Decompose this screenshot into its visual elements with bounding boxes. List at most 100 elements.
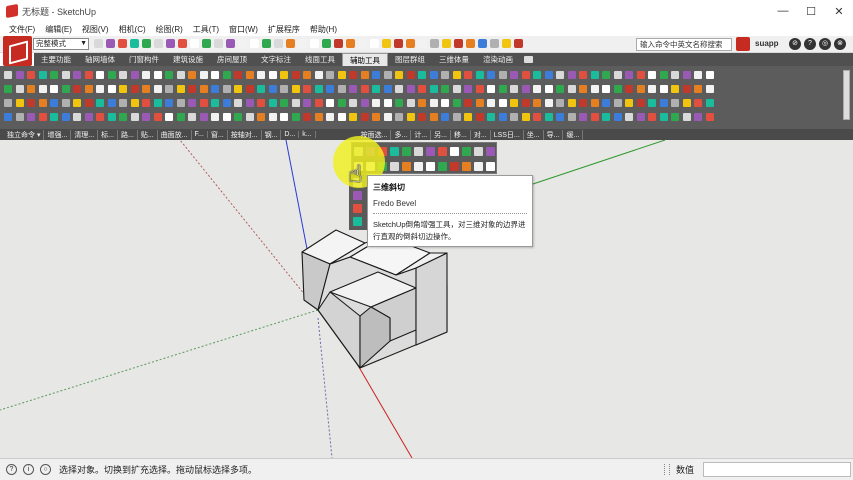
tool-icon[interactable]: [556, 85, 564, 93]
tool-icon[interactable]: [705, 113, 714, 121]
tool-icon[interactable]: [50, 71, 58, 79]
flyout-tool-icon[interactable]: [438, 147, 447, 156]
tool-icon[interactable]: [337, 71, 346, 79]
tool-icon[interactable]: [694, 71, 702, 79]
flyout-tool-icon[interactable]: [426, 162, 435, 171]
tool-icon[interactable]: [682, 85, 691, 93]
tool-icon[interactable]: [544, 71, 553, 79]
tool-icon[interactable]: [498, 71, 507, 79]
tool-icon[interactable]: [291, 85, 300, 93]
suapp-logo-icon[interactable]: [3, 36, 32, 66]
tool-icon[interactable]: [441, 71, 449, 79]
tool-icon[interactable]: [280, 85, 288, 93]
tool-icon[interactable]: [119, 99, 127, 107]
tool-icon[interactable]: [395, 113, 403, 121]
flyout-tool-icon[interactable]: [462, 162, 471, 171]
credits-icon[interactable]: i: [23, 464, 34, 475]
tool-icon[interactable]: [567, 113, 576, 121]
tool-icon[interactable]: [613, 85, 622, 93]
tool-icon[interactable]: [153, 85, 162, 93]
tool-icon[interactable]: [119, 71, 127, 79]
tool-icon[interactable]: [176, 71, 185, 79]
tool-icon[interactable]: [659, 99, 668, 107]
tab-7[interactable]: 辅助工具: [342, 53, 388, 66]
tool-icon[interactable]: [199, 85, 208, 93]
tool-icon[interactable]: [521, 85, 530, 93]
tool-group-label[interactable]: 清理...: [71, 129, 99, 140]
tool-icon[interactable]: [625, 113, 633, 121]
tool-icon[interactable]: [222, 71, 231, 79]
tool-icon[interactable]: [15, 85, 24, 93]
tool-icon[interactable]: [4, 85, 12, 93]
tool-icon[interactable]: [521, 113, 530, 121]
tool-icon[interactable]: [107, 85, 116, 93]
tool-icon[interactable]: [73, 99, 81, 107]
tool-icon[interactable]: [38, 85, 47, 93]
quick-tool-icon[interactable]: [418, 39, 427, 48]
quick-tool-icon[interactable]: [394, 39, 403, 48]
tool-icon[interactable]: [84, 71, 93, 79]
tool-icon[interactable]: [372, 99, 380, 107]
measurements-input[interactable]: [703, 462, 851, 477]
tool-icon[interactable]: [291, 113, 300, 121]
tool-group-label[interactable]: 多...: [391, 129, 412, 140]
tool-icon[interactable]: [188, 99, 196, 107]
tool-icon[interactable]: [544, 99, 553, 107]
tool-icon[interactable]: [257, 99, 265, 107]
tool-icon[interactable]: [418, 99, 426, 107]
tool-icon[interactable]: [671, 85, 679, 93]
flyout-tool-icon[interactable]: [402, 162, 411, 171]
tool-icon[interactable]: [613, 99, 622, 107]
quick-tool-icon[interactable]: [478, 39, 487, 48]
tool-icon[interactable]: [682, 113, 691, 121]
tool-icon[interactable]: [280, 99, 288, 107]
tool-icon[interactable]: [96, 85, 104, 93]
tool-icon[interactable]: [268, 85, 277, 93]
tool-icon[interactable]: [429, 113, 438, 121]
quick-tool-icon[interactable]: [382, 39, 391, 48]
tool-group-label[interactable]: LSS日...: [491, 129, 524, 140]
quick-tool-icon[interactable]: [334, 39, 343, 48]
tool-icon[interactable]: [314, 85, 323, 93]
tab-3[interactable]: 建筑设施: [166, 53, 210, 66]
tool-icon[interactable]: [268, 113, 277, 121]
tool-icon[interactable]: [705, 71, 714, 79]
tool-group-label[interactable]: 计...: [411, 129, 432, 140]
quick-tool-icon[interactable]: [310, 39, 319, 48]
tool-icon[interactable]: [602, 113, 610, 121]
tab-more-icon[interactable]: [524, 56, 533, 63]
tool-icon[interactable]: [211, 71, 219, 79]
tool-icon[interactable]: [475, 85, 484, 93]
tool-icon[interactable]: [130, 99, 139, 107]
tool-icon[interactable]: [475, 113, 484, 121]
tool-icon[interactable]: [314, 113, 323, 121]
tool-group-label[interactable]: 贴...: [138, 129, 158, 140]
tool-icon[interactable]: [360, 99, 369, 107]
tool-group-label[interactable]: 对...: [471, 129, 491, 140]
tool-icon[interactable]: [303, 71, 311, 79]
flyout-tool-icon[interactable]: [402, 147, 411, 156]
menu-help[interactable]: 帮助(H): [305, 24, 342, 35]
quick-tool-icon[interactable]: [130, 39, 139, 48]
tool-icon[interactable]: [142, 99, 150, 107]
quick-tool-icon[interactable]: [358, 39, 367, 48]
flyout-tool-icon[interactable]: [486, 162, 495, 171]
tool-icon[interactable]: [487, 71, 495, 79]
tool-icon[interactable]: [326, 71, 334, 79]
tool-icon[interactable]: [579, 85, 587, 93]
tab-4[interactable]: 房间屋顶: [210, 53, 254, 66]
tool-icon[interactable]: [406, 71, 415, 79]
tool-icon[interactable]: [314, 71, 323, 79]
tool-icon[interactable]: [429, 71, 438, 79]
tool-icon[interactable]: [625, 85, 633, 93]
tool-icon[interactable]: [245, 71, 254, 79]
tool-icon[interactable]: [165, 85, 173, 93]
tool-group-label[interactable]: 导...: [544, 129, 564, 140]
tool-icon[interactable]: [303, 85, 311, 93]
tool-icon[interactable]: [636, 99, 645, 107]
tool-icon[interactable]: [705, 99, 714, 107]
tool-icon[interactable]: [556, 113, 564, 121]
tool-icon[interactable]: [61, 113, 70, 121]
tool-group-label[interactable]: 曲面放...: [158, 129, 192, 140]
tool-icon[interactable]: [705, 85, 714, 93]
